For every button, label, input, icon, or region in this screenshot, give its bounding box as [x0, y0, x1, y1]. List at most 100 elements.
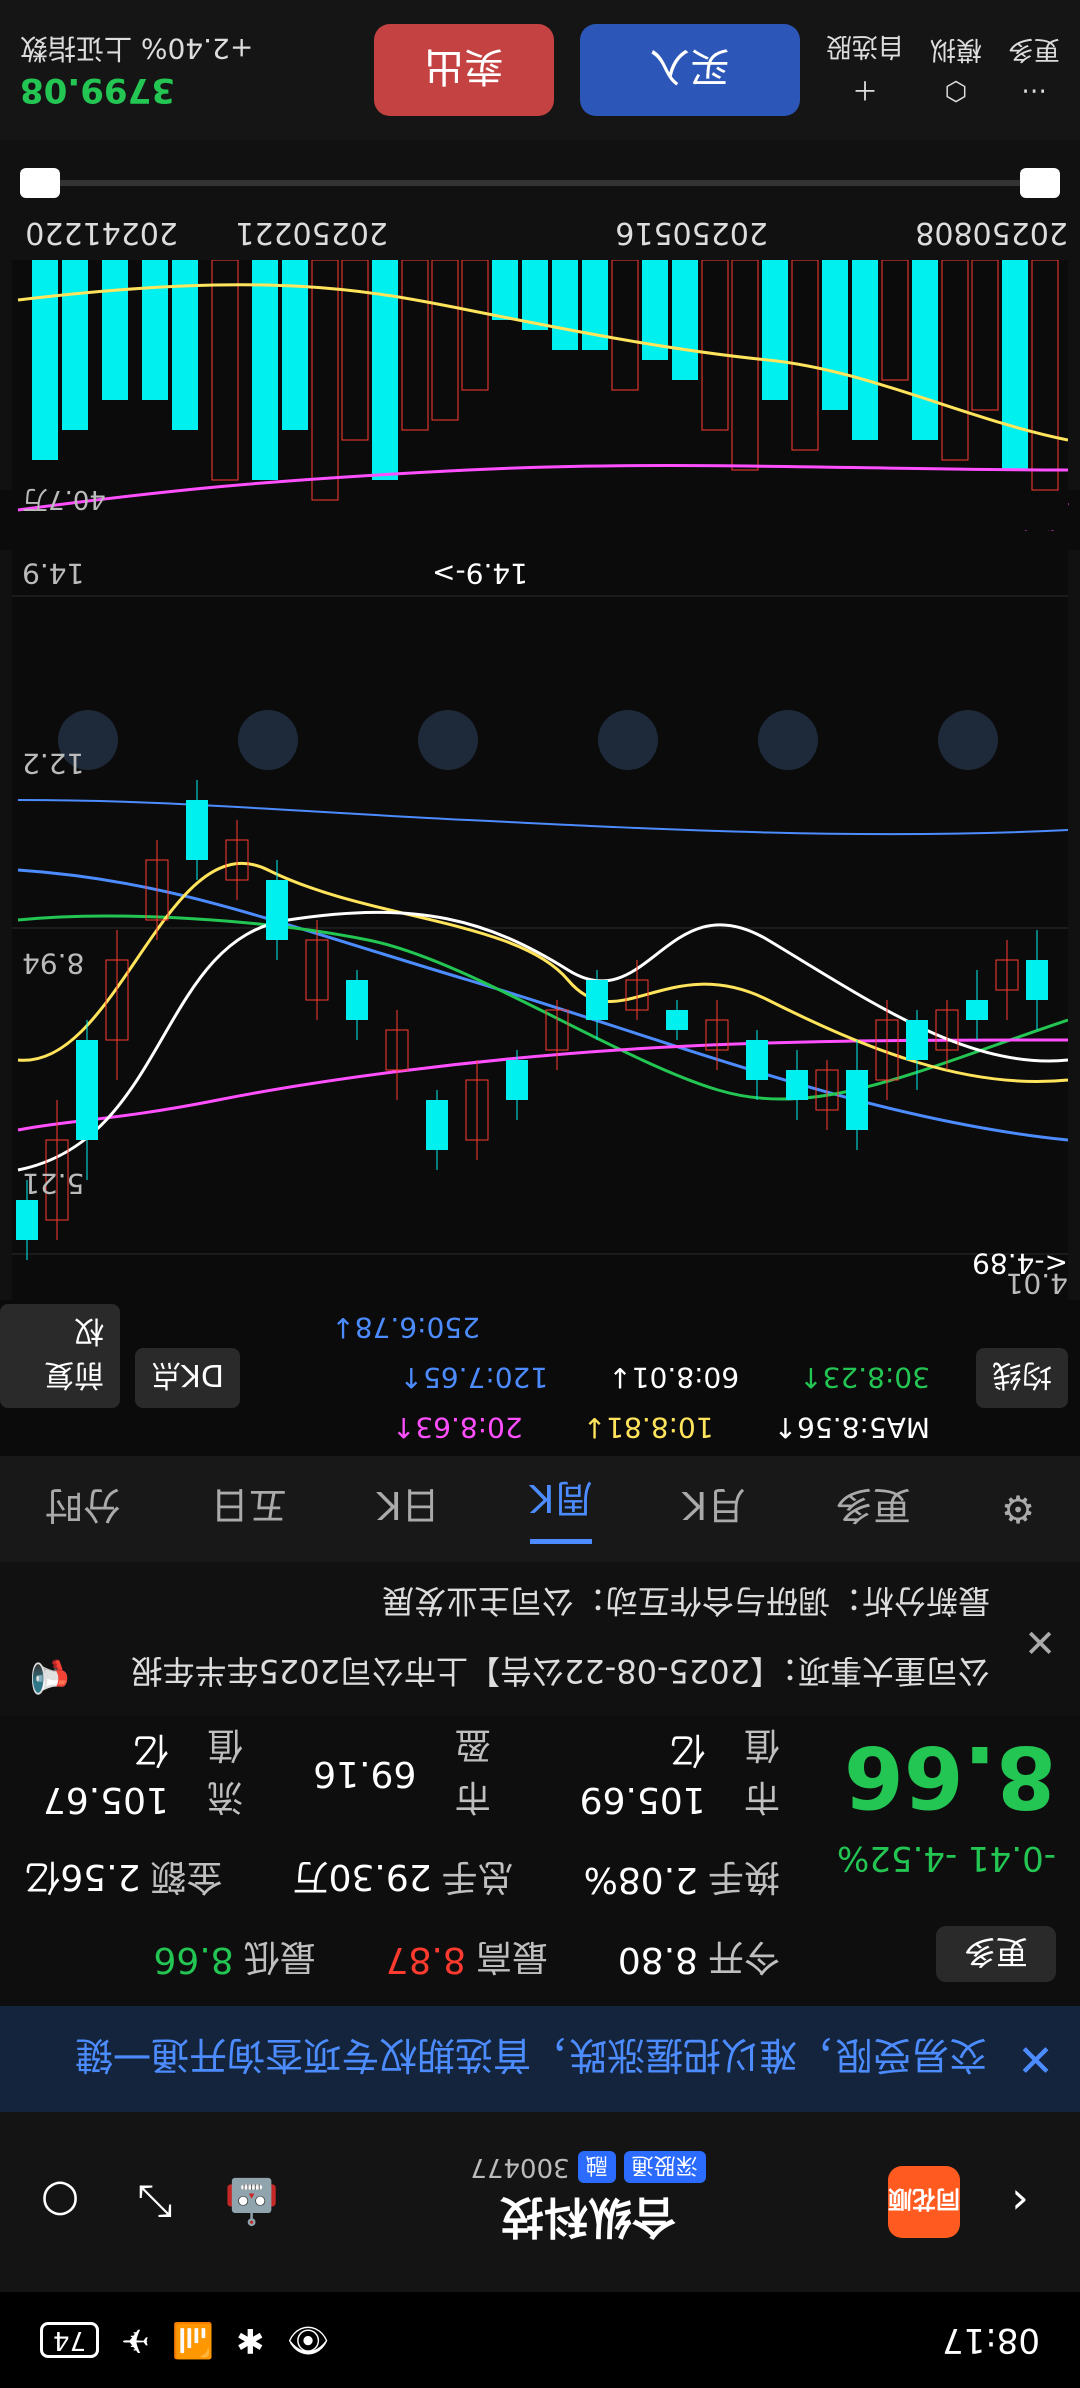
tab-day[interactable]: 日K — [377, 1482, 440, 1537]
status-time: 08:17 — [942, 2320, 1040, 2360]
more-button-bottom[interactable]: ⋯ 更多 — [1008, 34, 1060, 107]
index-summary[interactable]: 3799.08 +2.40% 上证指数 — [20, 30, 253, 110]
more-button[interactable]: 更多 — [936, 1926, 1056, 1982]
quote-value: 8.80 — [617, 1939, 698, 1981]
candles — [16, 780, 1048, 1260]
current-price: 8.66 — [843, 1726, 1056, 1826]
date-label: 20250221 — [235, 215, 388, 250]
date-axis: 20250808 20250516 20250221 20241220 — [12, 200, 1068, 260]
news-item[interactable]: 最新分析：调研与合作互动：公司主业发展 — [382, 1580, 990, 1626]
quote-label: 市盈 — [454, 1724, 491, 1817]
ma60-value: 60:8.01↓ — [608, 1361, 740, 1394]
watchlist-button[interactable]: ＋ 自选股 — [826, 30, 904, 110]
ma10-value: 10:8.81↓ — [582, 1411, 714, 1444]
y-label-mid2: 8.94 — [22, 947, 85, 980]
range-slider[interactable] — [20, 168, 1060, 198]
quote-label: 金额 — [150, 1856, 223, 1897]
fullscreen-icon[interactable]: ⤡ — [120, 2166, 192, 2238]
quote-label: 最高 — [475, 1936, 548, 1977]
battery-indicator: 74 — [40, 2322, 100, 2358]
quote-value: 105.69亿 — [579, 1729, 706, 1821]
close-icon[interactable]: ✕ — [1024, 1620, 1056, 1664]
ma20-value: 20:8.63↑ — [391, 1411, 523, 1444]
dk-toggle[interactable]: DK点 — [135, 1348, 240, 1408]
adjust-dropdown[interactable]: 均线 — [976, 1348, 1068, 1408]
index-value: 3799.08 — [20, 70, 175, 110]
quote-value: 105.67亿 — [42, 1729, 169, 1821]
vol-ma2-line — [17, 464, 1069, 512]
prev-icon — [598, 710, 658, 770]
gear-icon[interactable]: ⚙ — [1001, 1487, 1035, 1531]
tab-intraday[interactable]: 分时 — [45, 1482, 121, 1537]
sell-button[interactable]: 卖出 — [373, 24, 554, 116]
promo-banner[interactable]: ✕ 交易受限，难以把握涨跌，首选期权专项查询开通一键 — [0, 2006, 1080, 2112]
date-label: 20241220 — [25, 215, 178, 250]
megaphone-icon: 📢 — [30, 1658, 70, 1696]
tab-week[interactable]: 周K — [529, 1474, 593, 1544]
stock-code: 300477 — [470, 2152, 570, 2182]
back-icon[interactable]: ‹ — [984, 2166, 1056, 2238]
vol-axis-label: 40.7万 — [22, 484, 106, 514]
chart-svg — [12, 595, 1069, 1260]
date-label: 20250516 — [615, 215, 768, 250]
more-label: 更多 — [1007, 34, 1060, 65]
buy-button[interactable]: 买入 — [579, 24, 800, 116]
y-label-mid1: 12.2 — [22, 747, 85, 780]
y-label-low: 5.21 — [22, 1167, 85, 1200]
watchlist-label: 自选股 — [825, 31, 904, 61]
ma5-value: MA5:8.56↑ — [773, 1411, 930, 1444]
ma120-value: 120:7.65↑ — [399, 1361, 549, 1394]
ma-indicator-panel: MA5:8.56↑ 10:8.81↓ 20:8.63↑ 30:8.23↑ 60:… — [0, 1300, 1080, 1456]
quote-value: 2.56亿 — [24, 1856, 141, 1897]
simulate-label: 模拟 — [929, 34, 982, 65]
quote-value: 2.08% — [583, 1859, 698, 1901]
quote-label: 今开 — [707, 1936, 780, 1977]
quote-label: 流值 — [207, 1724, 244, 1817]
next-icon — [758, 710, 818, 770]
tab-5day[interactable]: 五日 — [211, 1482, 287, 1537]
ma250-value: 250:6.78↓ — [331, 1311, 480, 1344]
stock-title: 合纵科技 — [500, 2191, 676, 2242]
ma30-line — [17, 914, 1069, 1101]
quote-panel: 更多 -0.41 -4.52% 8.66 今开 8.80 最高 8.87 最低 … — [0, 1716, 1080, 2006]
index-change: +2.40% 上证指数 — [20, 32, 254, 65]
title-block: 合纵科技 深股通 融 300477 — [312, 2151, 864, 2253]
y-label-high: 14.9 — [22, 557, 85, 590]
volume-bars — [32, 259, 1059, 501]
slider-handle-right[interactable] — [20, 168, 60, 198]
min-label: <-4.89 — [972, 1247, 1068, 1280]
ma120-line — [17, 868, 1069, 1142]
tab-month[interactable]: 月K — [682, 1482, 745, 1537]
status-bar: 08:17 👁 ✱ 📶 ✈ 74 — [0, 2292, 1080, 2388]
quote-label: 最低 — [243, 1936, 316, 1977]
date-label: 20250808 — [915, 215, 1068, 250]
ma250-line — [17, 799, 1069, 836]
news-panel: ✕ 公司重大事项：【2025-08-22公告】上市公司2025年半年报 最新分析… — [0, 1562, 1080, 1716]
close-icon[interactable]: ✕ — [1017, 2034, 1054, 2085]
quote-value: 8.87 — [385, 1939, 466, 1981]
fq-toggle[interactable]: 前复权 — [0, 1304, 120, 1408]
tab-more[interactable]: 更多 — [835, 1482, 911, 1537]
simulate-button[interactable]: ⬡ 模拟 — [930, 34, 982, 107]
volume-chart[interactable]: 40.7万 — [12, 259, 1069, 530]
candlestick-chart[interactable]: 4.01 <-4.89 5.21 8.94 12.2 14.9 14.9-> — [12, 550, 1069, 1300]
bottom-toolbar: ⋯ 更多 ⬡ 模拟 ＋ 自选股 买入 卖出 3799.08 +2.40% 上证指… — [0, 0, 1080, 140]
plus-icon: ＋ — [851, 74, 878, 104]
eye-icon: 👁 — [286, 2320, 330, 2360]
robot-icon[interactable]: 🤖 — [216, 2166, 288, 2238]
hexagon-icon: ⬡ — [944, 76, 968, 107]
tag-margin: 融 — [577, 2151, 616, 2183]
quote-label: 换手 — [707, 1856, 780, 1897]
max-label: 14.9-> — [432, 557, 528, 590]
app-header: ‹ 同花顺 合纵科技 深股通 融 300477 🤖 ⤡ ○ — [0, 2112, 1080, 2292]
banner-text: 交易受限，难以把握涨跌，首选期权专项查询开通一键 — [75, 2033, 988, 2078]
quote-value: 29.30万 — [292, 1856, 432, 1897]
zoom-in-icon — [418, 710, 478, 770]
quote-label: 总手 — [441, 1856, 514, 1897]
slider-handle-left[interactable] — [1020, 168, 1060, 198]
tag-hk: 深股通 — [623, 2151, 706, 2183]
airplane-icon: ✈ — [121, 2320, 150, 2360]
search-icon[interactable]: ○ — [24, 2166, 96, 2238]
news-item[interactable]: 公司重大事项：【2025-08-22公告】上市公司2025年半年报 — [131, 1650, 990, 1696]
period-tabs: ⚙ 更多 月K 周K 日K 五日 分时 — [0, 1456, 1080, 1562]
